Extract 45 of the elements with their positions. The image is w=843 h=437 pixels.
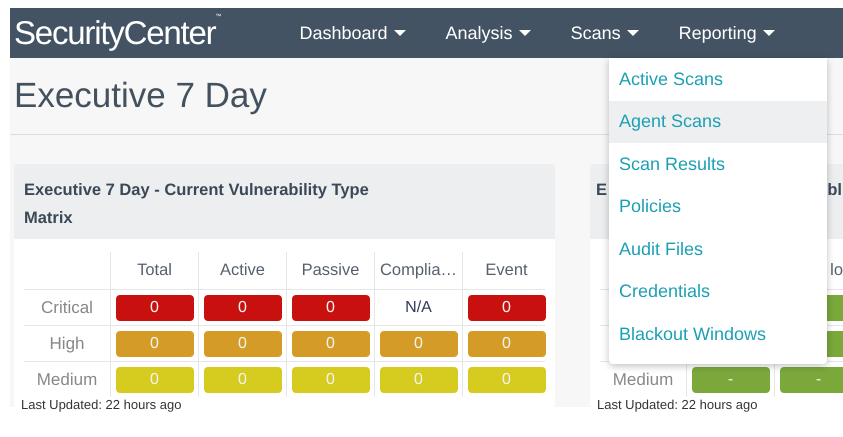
nav-menu[interactable]: Reporting	[678, 22, 775, 44]
count-badge[interactable]: 0	[204, 294, 282, 320]
count-badge[interactable]: 0	[116, 330, 194, 356]
card-title: bl	[827, 180, 842, 201]
last-updated: Last Updated: 22 hours ago	[596, 397, 758, 414]
count-badge[interactable]: -	[780, 366, 843, 392]
menu-item[interactable]: Policies	[609, 186, 827, 228]
row-label: Medium	[612, 370, 674, 390]
menu-item[interactable]: Audit Files	[609, 228, 827, 270]
card-title: Matrix	[24, 208, 74, 229]
caret-icon	[626, 29, 639, 37]
menu-item[interactable]: Blackout Windows	[609, 313, 827, 356]
table-cell: N/A	[405, 298, 432, 316]
count-badge[interactable]: 0	[292, 294, 370, 320]
caret-icon	[394, 29, 406, 37]
count-badge[interactable]: 0	[380, 330, 458, 356]
count-badge[interactable]: 0	[292, 330, 370, 356]
column-header: Event	[485, 261, 528, 280]
menu-item[interactable]: Scan Results	[609, 143, 827, 186]
count-badge[interactable]: 0	[468, 330, 546, 356]
column-header: Passive	[302, 261, 360, 280]
nav-menu[interactable]: Dashboard	[299, 22, 406, 44]
column-header: Complia…	[380, 261, 458, 280]
column-header: Active	[220, 261, 265, 280]
count-badge[interactable]: 0	[204, 330, 282, 356]
nav-menu[interactable]: Scans	[570, 22, 639, 44]
menu-item[interactable]: Active Scans	[609, 58, 827, 100]
last-updated: Last Updated: 22 hours ago	[20, 397, 182, 414]
nav-menu[interactable]: Analysis	[446, 22, 531, 44]
count-badge[interactable]: 0	[468, 294, 546, 320]
row-label: Critical	[41, 298, 93, 318]
caret-icon	[762, 29, 775, 37]
logo[interactable]: SecurityCenter$^{™}$	[14, 14, 222, 52]
page-title: Executive 7 Day	[14, 76, 267, 116]
row-label: Medium	[36, 370, 98, 390]
caret-icon	[518, 29, 531, 37]
column-header: Total	[137, 261, 172, 280]
column-header: lo	[830, 261, 843, 280]
count-badge[interactable]: -	[692, 366, 770, 392]
menu-item[interactable]: Credentials	[609, 270, 827, 313]
card-title: Executive 7 Day - Current Vulnerability Type	[24, 180, 370, 201]
row-label: High	[50, 334, 84, 354]
count-badge[interactable]: 0	[116, 294, 194, 320]
menu-item[interactable]: Agent Scans	[609, 100, 827, 143]
card-title: E	[596, 180, 608, 201]
